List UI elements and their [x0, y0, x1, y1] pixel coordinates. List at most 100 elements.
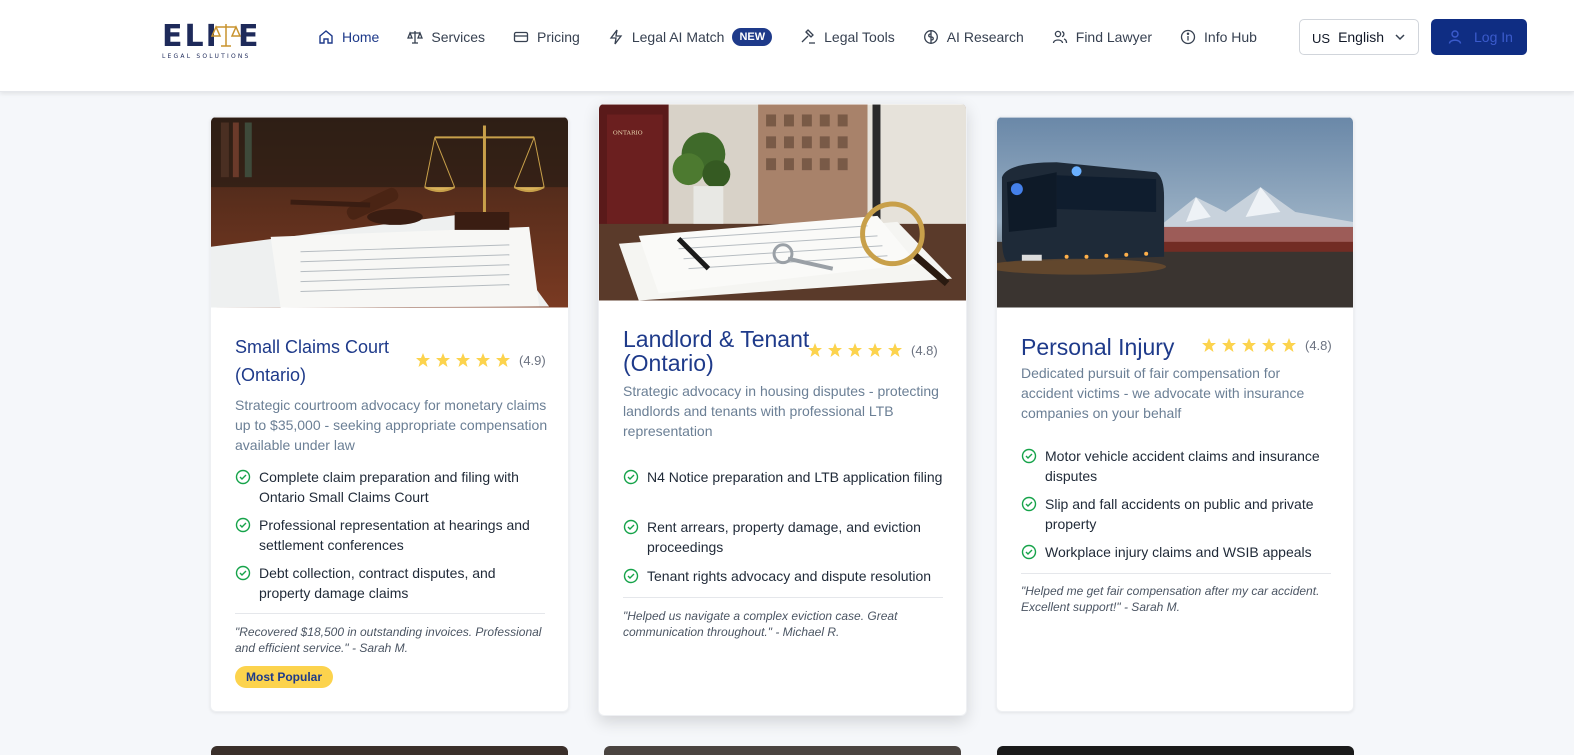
scale-icon — [407, 29, 424, 45]
next-card-preview — [211, 746, 568, 755]
feature-text: Professional representation at hearings … — [259, 517, 530, 553]
check-circle-icon — [235, 565, 251, 581]
brain-icon — [923, 29, 939, 45]
nav-item-info-hub[interactable]: Info Hub — [1180, 29, 1257, 45]
info-icon — [1180, 29, 1196, 45]
service-card-landlord-tenant[interactable]: ONTARIO Landlord & Tenant (Ontario) (4.8… — [598, 103, 967, 716]
new-badge: NEW — [732, 28, 773, 46]
star-icon — [1242, 338, 1256, 352]
nav-item-pricing[interactable]: Pricing — [513, 29, 580, 45]
users-icon — [1052, 29, 1068, 45]
star-icon — [848, 343, 862, 357]
main-nav: Home Services Pricing Legal AI Match NEW — [318, 22, 1285, 52]
star-icon — [476, 353, 490, 367]
home-icon — [318, 29, 334, 45]
feature-text: Workplace injury claims and WSIB appeals — [1045, 544, 1312, 560]
check-circle-icon — [235, 517, 251, 533]
feature-item: Tenant rights advocacy and dispute resol… — [623, 566, 943, 586]
feature-item: Rent arrears, property damage, and evict… — [623, 517, 943, 557]
rating: (4.8) — [807, 342, 938, 358]
divider — [1021, 573, 1331, 574]
check-circle-icon — [235, 469, 251, 485]
nav-item-home[interactable]: Home — [318, 29, 379, 45]
svg-text:ONTARIO: ONTARIO — [613, 129, 643, 136]
service-card-small-claims[interactable]: Small Claims Court (Ontario) (4.9) Strat… — [210, 116, 569, 712]
language-selector[interactable]: US English — [1299, 19, 1419, 55]
service-card-personal-injury[interactable]: Personal Injury (4.8) Dedicated pursuit … — [996, 116, 1354, 712]
star-icon — [1222, 338, 1236, 352]
rating: (4.9) — [415, 352, 546, 368]
svg-text:ELI: ELI — [162, 19, 219, 54]
brand-tagline: LEGAL SOLUTIONS — [162, 53, 251, 60]
star-icon — [436, 353, 450, 367]
nav-item-legal-ai-match[interactable]: Legal AI Match NEW — [608, 28, 773, 46]
feature-text: N4 Notice preparation and LTB applicatio… — [647, 469, 943, 485]
star-icon — [1262, 338, 1276, 352]
most-popular-badge: Most Popular — [235, 666, 334, 688]
svg-text:E: E — [238, 19, 258, 54]
next-card-preview — [997, 746, 1354, 755]
check-circle-icon — [1021, 448, 1037, 464]
nav-item-label: Services — [431, 29, 486, 45]
gavel-icon — [800, 29, 816, 45]
check-circle-icon — [1021, 496, 1037, 512]
feature-text: Debt collection, contract disputes, and … — [259, 565, 496, 601]
next-card-preview — [604, 746, 961, 755]
card-title: Landlord & Tenant (Ontario) — [623, 326, 810, 376]
top-navbar: ELI E LEGAL SOLUTIONS Home Services Pric… — [0, 0, 1574, 92]
star-icon — [868, 343, 882, 357]
card-description: Dedicated pursuit of fair compensation f… — [1021, 365, 1305, 421]
feature-text: Complete claim preparation and filing wi… — [259, 469, 519, 505]
nav-item-label: Legal AI Match — [631, 29, 725, 45]
star-icon — [416, 353, 430, 367]
card-description: Strategic courtroom advocacy for monetar… — [235, 397, 548, 453]
chevron-down-icon — [1395, 34, 1405, 41]
login-label: Log In — [1474, 29, 1513, 45]
check-circle-icon — [623, 519, 639, 535]
card-description: Strategic advocacy in housing disputes -… — [623, 383, 939, 439]
check-circle-icon — [623, 568, 639, 584]
nav-item-label: Info Hub — [1204, 29, 1257, 45]
nav-item-label: Pricing — [537, 29, 580, 45]
card-image: ONTARIO — [599, 104, 966, 301]
feature-item: Professional representation at hearings … — [235, 515, 545, 555]
star-icon — [496, 353, 510, 367]
brand-logo[interactable]: ELI E LEGAL SOLUTIONS — [162, 18, 259, 62]
card-icon — [513, 29, 529, 45]
testimonial: "Helped us navigate a complex eviction c… — [623, 609, 898, 639]
user-icon — [1448, 30, 1462, 44]
testimonial: "Recovered $18,500 in outstanding invoic… — [235, 625, 542, 655]
card-image — [211, 117, 568, 308]
card-title: Personal Injury — [1021, 334, 1175, 360]
nav-item-label: Find Lawyer — [1075, 29, 1153, 45]
login-button[interactable]: Log In — [1431, 19, 1527, 55]
rating-value: (4.8) — [1305, 337, 1332, 353]
flag-icon: US — [1312, 31, 1331, 46]
feature-text: Rent arrears, property damage, and evict… — [647, 519, 921, 555]
feature-item: Slip and fall accidents on public and pr… — [1021, 494, 1331, 534]
rating-value: (4.9) — [519, 352, 546, 368]
nav-item-services[interactable]: Services — [407, 29, 485, 45]
feature-text: Tenant rights advocacy and dispute resol… — [647, 568, 932, 584]
feature-item: N4 Notice preparation and LTB applicatio… — [623, 467, 943, 487]
star-icon — [808, 343, 822, 357]
language-label: English — [1338, 29, 1384, 45]
logo-mark: ELI E LEGAL SOLUTIONS — [162, 19, 259, 60]
nav-item-label: Home — [342, 29, 380, 45]
card-image — [997, 117, 1353, 308]
feature-text: Slip and fall accidents on public and pr… — [1045, 496, 1314, 532]
star-icon — [888, 343, 902, 357]
feature-text: Motor vehicle accident claims and insura… — [1045, 448, 1320, 484]
check-circle-icon — [623, 469, 639, 485]
nav-item-legal-tools[interactable]: Legal Tools — [800, 29, 895, 45]
rating-value: (4.8) — [911, 342, 938, 358]
nav-item-label: AI Research — [946, 29, 1024, 45]
star-icon — [1282, 338, 1296, 352]
feature-item: Complete claim preparation and filing wi… — [235, 467, 545, 507]
nav-item-find-lawyer[interactable]: Find Lawyer — [1052, 29, 1152, 45]
card-title: Small Claims Court (Ontario) — [235, 337, 390, 385]
divider — [235, 613, 545, 614]
feature-item: Motor vehicle accident claims and insura… — [1021, 446, 1331, 486]
nav-item-ai-research[interactable]: AI Research — [923, 29, 1024, 45]
feature-item: Workplace injury claims and WSIB appeals — [1021, 542, 1331, 562]
